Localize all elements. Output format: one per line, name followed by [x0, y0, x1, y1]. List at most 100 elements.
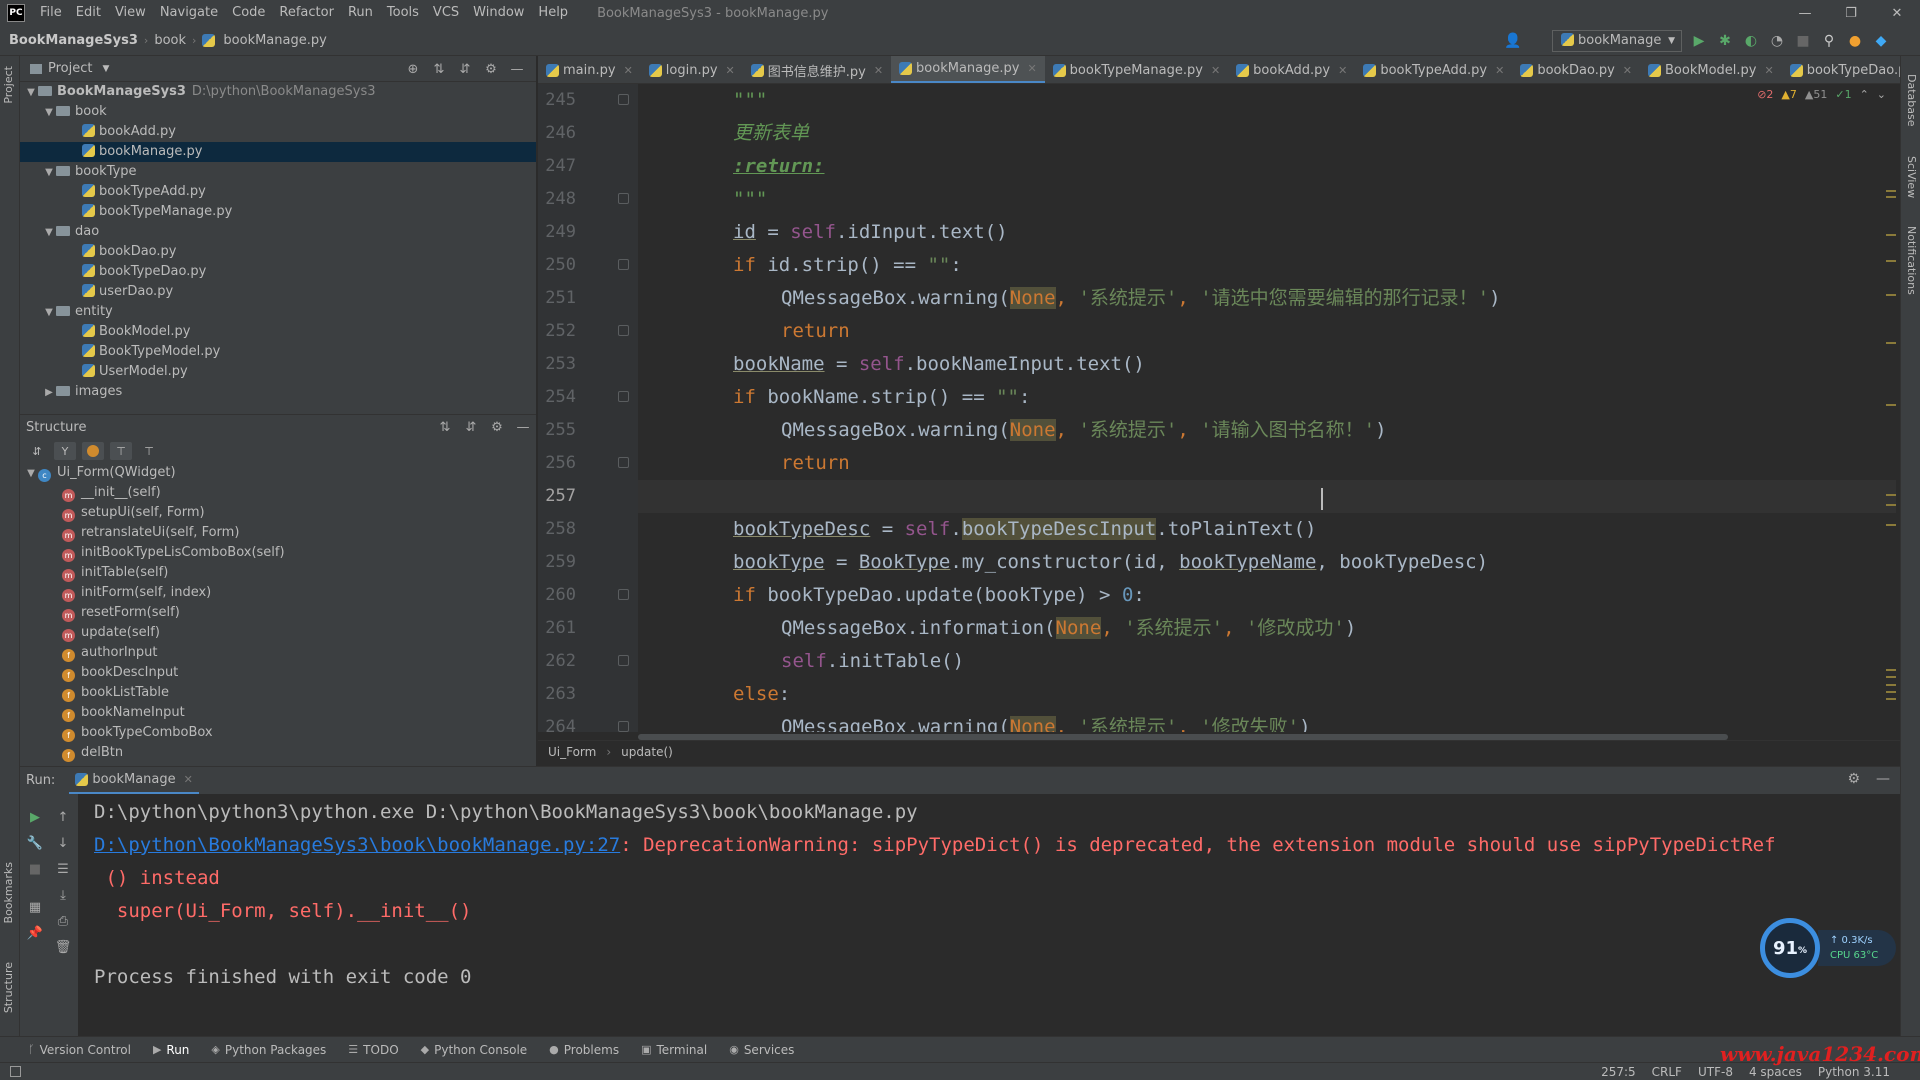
tool-python-packages[interactable]: ◈ Python Packages: [211, 1043, 326, 1057]
tab-bookadd[interactable]: bookAdd.py ✕: [1228, 56, 1355, 83]
breadcrumb-file[interactable]: bookManage.py: [219, 33, 330, 48]
code-line[interactable]: if bookTypeDao.update(bookType) > 0:: [638, 579, 1896, 612]
tab-login[interactable]: login.py ✕: [641, 56, 743, 83]
code-line[interactable]: QMessageBox.warning(None, '系统提示', '修改失败'…: [638, 711, 1896, 732]
close-tab-icon[interactable]: ✕: [1338, 64, 1347, 77]
close-tab-icon[interactable]: ✕: [1764, 64, 1773, 77]
structure-item-method[interactable]: m resetForm(self): [20, 603, 536, 623]
tree-item-booktypemodel[interactable]: BookTypeModel.py: [20, 342, 536, 362]
line-separator[interactable]: CRLF: [1652, 1065, 1682, 1079]
navigate-icon[interactable]: ⊤: [110, 442, 132, 460]
stop-icon[interactable]: ■: [1790, 30, 1816, 52]
prev-problem-icon[interactable]: ⌃: [1860, 88, 1869, 101]
close-icon[interactable]: ✕: [1874, 0, 1920, 26]
profile-icon[interactable]: ◔: [1764, 30, 1790, 52]
structure-item-method[interactable]: m initTable(self): [20, 563, 536, 583]
bookmarks-tool-tab[interactable]: Bookmarks: [2, 862, 15, 923]
code-line[interactable]: id = self.idInput.text(): [638, 216, 1896, 249]
code-editor[interactable]: """ 更新表单 :return: """ id = self.idInput.…: [638, 84, 1896, 732]
close-tab-icon[interactable]: ✕: [1623, 64, 1632, 77]
tree-item-userdao[interactable]: userDao.py: [20, 282, 536, 302]
scroll-up-icon[interactable]: ↑: [54, 808, 72, 826]
code-line[interactable]: 更新表单: [638, 117, 1896, 150]
tree-item-bookadd[interactable]: bookAdd.py: [20, 122, 536, 142]
chevron-right-icon[interactable]: ▶: [42, 383, 56, 403]
python-interpreter[interactable]: Python 3.11: [1818, 1065, 1890, 1079]
tool-services[interactable]: ◉ Services: [729, 1043, 794, 1057]
menu-navigate[interactable]: Navigate: [153, 0, 225, 26]
locate-icon[interactable]: ⊕: [400, 60, 426, 78]
fold-marker-icon[interactable]: [618, 193, 629, 204]
close-tab-icon[interactable]: ✕: [874, 64, 883, 77]
pin-icon[interactable]: 📌: [26, 924, 44, 942]
gear-icon[interactable]: ⚙: [478, 60, 504, 78]
fold-marker-icon[interactable]: [618, 325, 629, 336]
menu-window[interactable]: Window: [466, 0, 531, 26]
update-icon[interactable]: ●: [1842, 30, 1868, 52]
breadcrumb-folder[interactable]: book: [150, 33, 190, 48]
fold-marker-icon[interactable]: [618, 94, 629, 105]
code-line[interactable]: QMessageBox.information(None, '系统提示', '修…: [638, 612, 1896, 645]
structure-item-method[interactable]: m initBookTypeLisComboBox(self): [20, 543, 536, 563]
hide-icon[interactable]: —: [504, 60, 530, 78]
structure-item-field[interactable]: f authorInput: [20, 643, 536, 663]
chevron-down-icon[interactable]: ▼: [42, 223, 56, 243]
tab-main[interactable]: main.py ✕: [538, 56, 641, 83]
inspection-widget[interactable]: ⊘2 ▲7 ▲51 ✓1 ⌃ ⌄: [1757, 88, 1886, 101]
structure-item-method[interactable]: m __init__(self): [20, 483, 536, 503]
show-inherited-icon[interactable]: Y: [54, 442, 76, 460]
tree-item-root[interactable]: ▼ BookManageSys3 D:\python\BookManageSys3: [20, 82, 536, 102]
sort-alpha-icon[interactable]: ⇵: [26, 442, 48, 460]
tool-todo[interactable]: ☰ TODO: [348, 1043, 398, 1057]
collapse-all-icon[interactable]: ⇵: [452, 60, 478, 78]
cpu-monitor-widget[interactable]: ↑ 0.3K/s CPU 63°C 91%: [1760, 918, 1898, 978]
tree-item-entity[interactable]: ▼ entity: [20, 302, 536, 322]
menu-file[interactable]: File: [33, 0, 69, 26]
tree-item-usermodel[interactable]: UserModel.py: [20, 362, 536, 382]
code-line[interactable]: return: [638, 447, 1896, 480]
code-line[interactable]: :return:: [638, 150, 1896, 183]
tree-item-booktype[interactable]: ▼ bookType: [20, 162, 536, 182]
run-tab-bookmanage[interactable]: bookManage ✕: [69, 767, 199, 795]
wrench-icon[interactable]: 🔧: [26, 834, 44, 852]
tab-bookdao[interactable]: bookDao.py ✕: [1512, 56, 1640, 83]
code-line[interactable]: if id.strip() == "":: [638, 249, 1896, 282]
expand-all-icon[interactable]: ⇅: [426, 60, 452, 78]
code-line[interactable]: self.initTable(): [638, 645, 1896, 678]
restore-layout-icon[interactable]: ▦: [26, 898, 44, 916]
console-file-link[interactable]: D:\python\BookManageSys3\book\bookManage…: [94, 834, 620, 856]
scroll-to-end-icon[interactable]: ⤓: [54, 886, 72, 904]
search-icon[interactable]: ⚲: [1816, 30, 1842, 52]
user-icon[interactable]: 👤: [1500, 30, 1526, 52]
notifications-tool-tab[interactable]: Notifications: [1905, 226, 1918, 295]
code-line[interactable]: bookTypeDesc = self.bookTypeDescInput.to…: [638, 513, 1896, 546]
structure-item-method[interactable]: m update(self): [20, 623, 536, 643]
tree-item-bookmodel[interactable]: BookModel.py: [20, 322, 536, 342]
close-tab-icon[interactable]: ✕: [1495, 64, 1504, 77]
breadcrumb-class[interactable]: Ui_Form: [548, 745, 596, 759]
coverage-icon[interactable]: ◐: [1738, 30, 1764, 52]
tree-item-booktypemanage[interactable]: bookTypeManage.py: [20, 202, 536, 222]
structure-item-field[interactable]: f bookNameInput: [20, 703, 536, 723]
file-encoding[interactable]: UTF-8: [1698, 1065, 1733, 1079]
breadcrumb-project[interactable]: BookManageSys3: [0, 33, 142, 48]
code-line[interactable]: bookName = self.bookNameInput.text(): [638, 348, 1896, 381]
tab-bookmodel[interactable]: BookModel.py ✕: [1640, 56, 1782, 83]
structure-item-field[interactable]: f delBtn: [20, 743, 536, 763]
close-tab-icon[interactable]: ✕: [1211, 64, 1220, 77]
structure-item-field[interactable]: f bookTypeComboBox: [20, 723, 536, 743]
breadcrumb-method[interactable]: update(): [621, 745, 673, 759]
project-panel-title[interactable]: Project: [48, 61, 92, 76]
run-console-output[interactable]: D:\python\python3\python.exe D:\python\B…: [78, 794, 1900, 1036]
close-tab-icon[interactable]: ✕: [184, 773, 193, 786]
tab-book-info[interactable]: 图书信息维护.py ✕: [743, 56, 891, 83]
tab-bookmanage[interactable]: bookManage.py ✕: [891, 56, 1045, 83]
structure-item-method[interactable]: m initForm(self, index): [20, 583, 536, 603]
code-line[interactable]: bookType = BookType.my_constructor(id, b…: [638, 546, 1896, 579]
code-line[interactable]: """: [638, 183, 1896, 216]
tab-booktypeadd[interactable]: bookTypeAdd.py ✕: [1355, 56, 1512, 83]
structure-item-field[interactable]: f bookListTable: [20, 683, 536, 703]
tree-item-book[interactable]: ▼ book: [20, 102, 536, 122]
trash-icon[interactable]: 🗑: [54, 938, 72, 956]
tool-run[interactable]: ▶ Run: [153, 1043, 189, 1057]
